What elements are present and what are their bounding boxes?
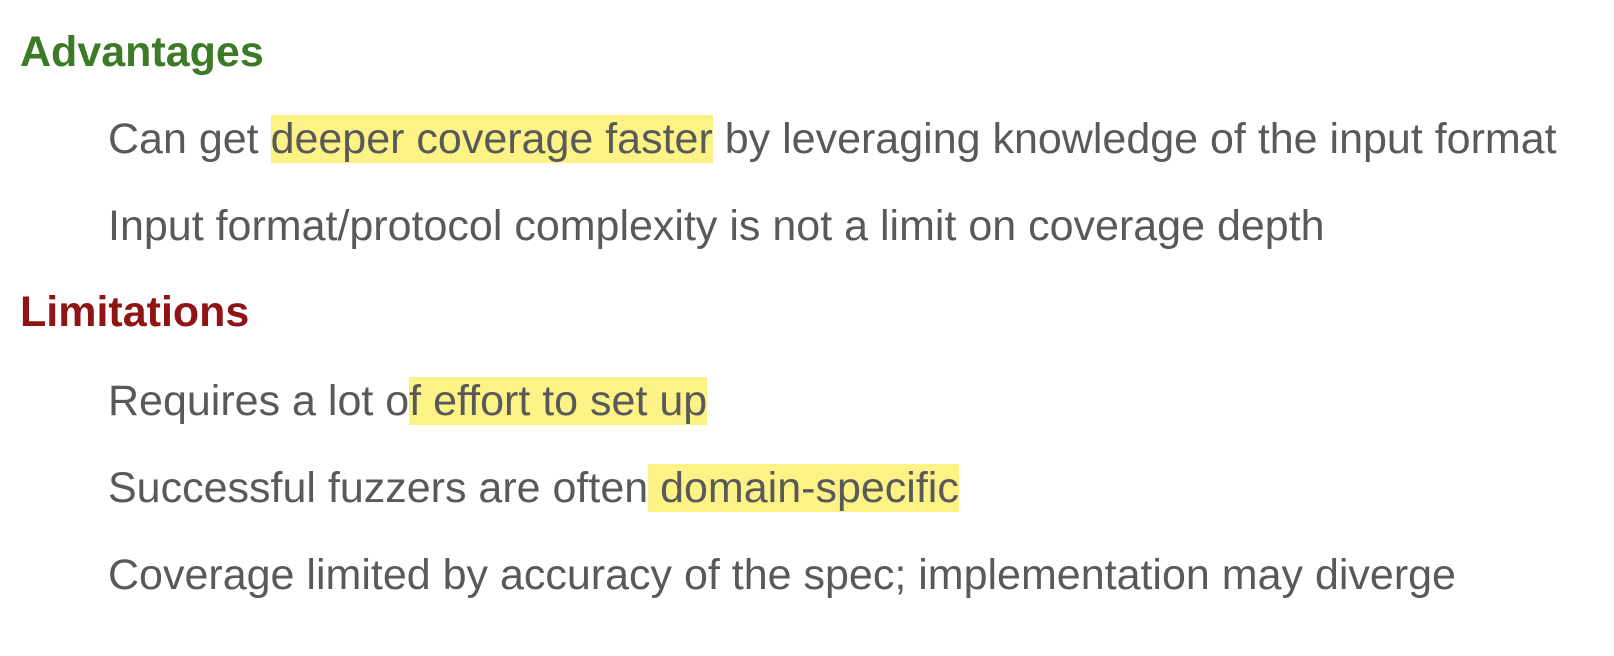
- highlighted-text: f effort to set up: [409, 377, 708, 425]
- limitations-item: Requires a lot of effort to set up: [108, 375, 708, 427]
- highlighted-text: deeper coverage faster: [270, 115, 713, 163]
- highlighted-text: domain-specific: [648, 464, 959, 512]
- item-text: Coverage limited by accuracy of the spec…: [108, 551, 1456, 599]
- item-text: Input format/protocol complexity is not …: [108, 202, 1325, 250]
- item-text: by leveraging knowledge of the input for…: [712, 115, 1557, 163]
- item-text: Can get: [108, 115, 271, 163]
- limitations-item: Successful fuzzers are often domain-spec…: [108, 462, 959, 514]
- item-text: Successful fuzzers are often: [108, 464, 649, 512]
- advantages-item: Input format/protocol complexity is not …: [108, 200, 1325, 252]
- limitations-heading: Limitations: [20, 288, 250, 336]
- advantages-heading: Advantages: [20, 28, 264, 76]
- item-text: Requires a lot o: [108, 377, 410, 425]
- advantages-item: Can get deeper coverage faster by levera…: [108, 113, 1557, 165]
- limitations-item: Coverage limited by accuracy of the spec…: [108, 549, 1456, 601]
- slide: Advantages Can get deeper coverage faste…: [0, 0, 1614, 656]
